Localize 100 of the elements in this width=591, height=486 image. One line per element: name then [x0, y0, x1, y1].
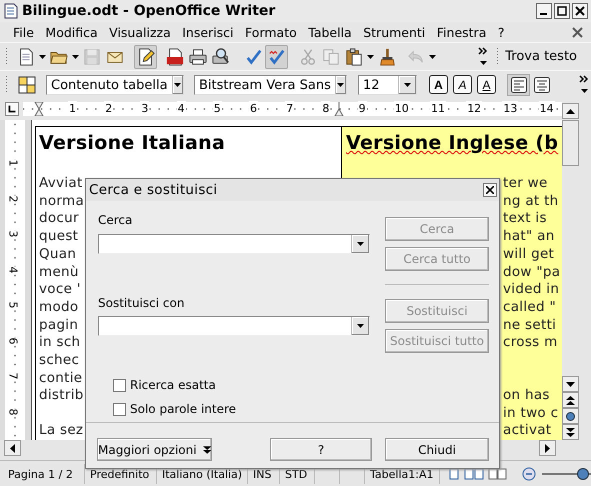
maximize-button[interactable]	[554, 3, 570, 19]
menu-item[interactable]: Tabella	[303, 24, 357, 40]
font-name-dropdown[interactable]: Bitstream Vera Sans	[194, 74, 347, 94]
menu-item[interactable]: Inserisci	[177, 24, 239, 40]
dropdown-arrow-icon[interactable]	[357, 242, 364, 246]
text-fragment: schec	[39, 352, 80, 368]
dropdown-arrow-icon[interactable]	[357, 324, 364, 328]
vertical-ruler[interactable]: 1 2 3 4 5 6 7 8	[5, 120, 25, 440]
text-fragment: text is	[503, 210, 547, 226]
brush-icon	[378, 48, 396, 66]
single-page-view-icon[interactable]	[448, 468, 460, 480]
bold-button[interactable]: A	[429, 75, 448, 94]
dropdown-arrow-icon[interactable]	[337, 82, 344, 86]
caret-icon[interactable]	[38, 54, 46, 58]
checkbox[interactable]	[113, 402, 126, 416]
two-page-view-icon[interactable]	[464, 468, 484, 480]
scroll-right-button[interactable]	[539, 440, 556, 456]
caret-icon[interactable]	[72, 54, 78, 58]
navigator-button[interactable]	[562, 408, 579, 424]
scroll-left-button[interactable]	[4, 440, 21, 456]
text-fragment: quest	[39, 228, 78, 244]
menu-item[interactable]: Visualizza	[104, 24, 176, 40]
next-page-button[interactable]	[562, 424, 579, 440]
previous-page-button[interactable]	[562, 392, 579, 408]
caret-icon[interactable]	[366, 54, 374, 58]
align-center-icon	[534, 76, 550, 92]
close-icon[interactable]	[572, 26, 583, 38]
align-button[interactable]	[507, 74, 530, 96]
checkbox-label[interactable]: Solo parole intere	[130, 402, 236, 416]
close-button[interactable]	[483, 183, 497, 197]
minimize-button[interactable]	[536, 3, 552, 19]
indent-marker-icon[interactable]	[34, 102, 44, 116]
up-arrow-icon	[566, 108, 575, 114]
align-left-icon	[510, 76, 526, 92]
menu-item[interactable]: Modifica	[40, 24, 103, 40]
close-icon	[575, 6, 585, 16]
text-fragment: ng at th	[503, 192, 559, 209]
undo-icon	[406, 48, 424, 66]
paragraph-style-dropdown[interactable]: Contenuto tabella	[46, 74, 184, 94]
text-fragment: hat" an	[503, 228, 555, 244]
dropdown-arrow-icon[interactable]	[174, 82, 182, 86]
checkbox-label[interactable]: Ricerca esatta	[130, 378, 216, 392]
tab-stop-icon[interactable]	[5, 102, 19, 116]
text-fragment: modo	[39, 298, 78, 315]
underline-button[interactable]: A	[477, 75, 496, 94]
double-down-arrow-icon	[566, 428, 575, 436]
caret-icon[interactable]	[428, 54, 436, 58]
window-title: Bilingue.odt - OpenOffice Writer	[22, 3, 276, 19]
circle-icon	[566, 412, 575, 420]
slider-thumb[interactable]	[577, 468, 590, 480]
left-arrow-icon	[10, 444, 15, 452]
overflow-icon[interactable]	[579, 74, 591, 96]
spellcheck-icon	[268, 48, 286, 66]
text-fragment: Avviat	[39, 175, 83, 191]
down-arrow-icon	[566, 382, 575, 386]
font-size-dropdown[interactable]: 12	[358, 74, 417, 94]
dropdown-arrow-icon[interactable]	[404, 82, 411, 86]
field-label: Sostituisci con	[98, 296, 184, 310]
zoom-out-icon[interactable]	[522, 467, 536, 481]
text-fragment: vided in	[503, 281, 560, 298]
menu-item[interactable]: Finestra	[432, 24, 492, 40]
menu-item[interactable]: ?	[492, 24, 510, 40]
toolbar-handle[interactable]	[496, 46, 500, 66]
double-up-arrow-icon	[566, 396, 575, 404]
text-fragment: distrib	[39, 387, 84, 404]
text-fragment: contie	[39, 370, 82, 386]
close-button[interactable]	[572, 3, 588, 19]
text-fragment: cross m	[503, 334, 558, 350]
book-view-icon[interactable]	[488, 468, 508, 480]
menu-item[interactable]: Strumenti	[358, 24, 430, 40]
horizontal-ruler[interactable]: 1 2 3 4 5 6 7 8 9 10 11 12 13 14	[23, 102, 562, 116]
close-dialog-button[interactable]: Chiudi	[385, 438, 489, 461]
menu-item[interactable]: File	[8, 24, 39, 40]
ruler-number: 6	[6, 337, 18, 344]
indent-marker-icon[interactable]	[334, 102, 344, 116]
copy-icon	[322, 48, 340, 66]
print-preview-icon	[212, 48, 230, 66]
clipboard-icon	[344, 48, 362, 66]
help-button[interactable]: ?	[270, 438, 372, 461]
scroll-thumb[interactable]	[562, 120, 579, 166]
toolbar-handle[interactable]	[5, 46, 8, 66]
toolbar-handle[interactable]	[5, 74, 8, 94]
spellcheck-icon	[244, 48, 262, 66]
table-icon[interactable]	[18, 76, 36, 94]
text-fragment: will get	[503, 246, 554, 262]
text-fragment: dow "pa	[503, 264, 560, 280]
menu-item[interactable]: Formato	[240, 24, 302, 40]
toolbar-button[interactable]	[134, 44, 157, 68]
ruler-number: 8	[6, 408, 18, 415]
scroll-down-button[interactable]	[562, 376, 579, 392]
more-options-button[interactable]: Maggiori opzioni	[97, 438, 212, 461]
scroll-up-button[interactable]	[562, 103, 579, 119]
checkbox[interactable]	[113, 378, 126, 392]
maximize-icon	[557, 6, 567, 16]
column-heading: Versione Italiana	[39, 131, 226, 155]
pdf-icon	[166, 48, 184, 66]
printer-icon	[188, 48, 206, 66]
italic-button[interactable]: A	[453, 75, 472, 94]
close-icon	[486, 186, 494, 194]
find-text-label[interactable]: Trova testo	[505, 49, 577, 64]
